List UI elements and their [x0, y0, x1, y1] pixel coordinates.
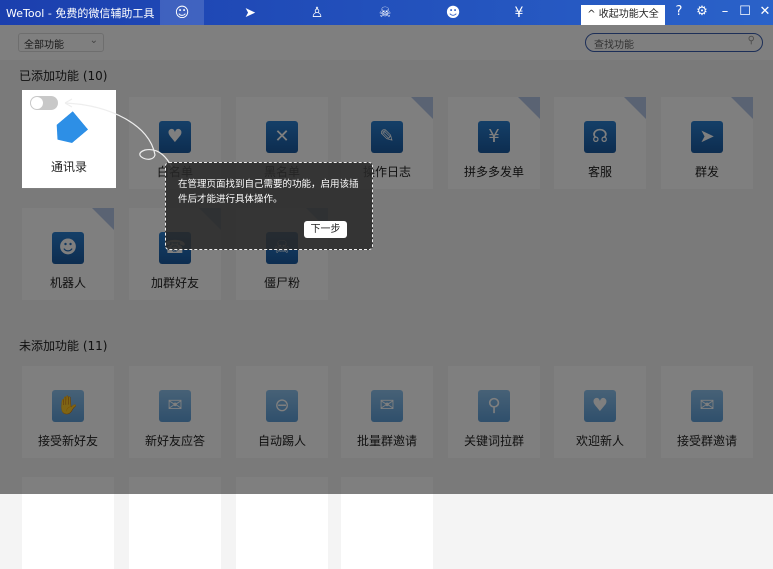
maximize-icon[interactable]: ☐ — [737, 4, 753, 19]
next-step-button[interactable]: 下一步 — [304, 221, 347, 238]
add-user-icon[interactable]: ♙ — [295, 0, 339, 25]
help-icon[interactable]: ? — [671, 4, 687, 19]
title-bar: WeTool - 免费的微信辅助工具 ☺ ➤ ♙ ☠ ☻ ¥ ^ 收起功能大全 … — [0, 0, 773, 25]
robot-icon[interactable]: ☻ — [431, 0, 475, 25]
send-icon[interactable]: ➤ — [228, 0, 272, 25]
tooltip-text: 在管理页面找到自己需要的功能，启用该插件后才能进行具体操作。 — [178, 179, 359, 205]
gear-icon[interactable]: ⚙ — [694, 4, 710, 19]
close-icon[interactable]: ✕ — [757, 4, 773, 19]
enable-toggle[interactable] — [30, 96, 58, 110]
collapse-all-button[interactable]: ^ 收起功能大全 — [581, 5, 665, 25]
tutorial-tooltip: 在管理页面找到自己需要的功能，启用该插件后才能进行具体操作。 下一步 — [165, 162, 373, 250]
money-bag-icon[interactable]: ¥ — [497, 0, 541, 25]
skull-icon[interactable]: ☠ — [363, 0, 407, 25]
customer-service-icon[interactable]: ☺ — [160, 0, 204, 25]
pointer-arrow — [64, 98, 173, 168]
minimize-icon[interactable]: – — [717, 4, 733, 19]
app-title: WeTool - 免费的微信辅助工具 — [6, 7, 155, 20]
